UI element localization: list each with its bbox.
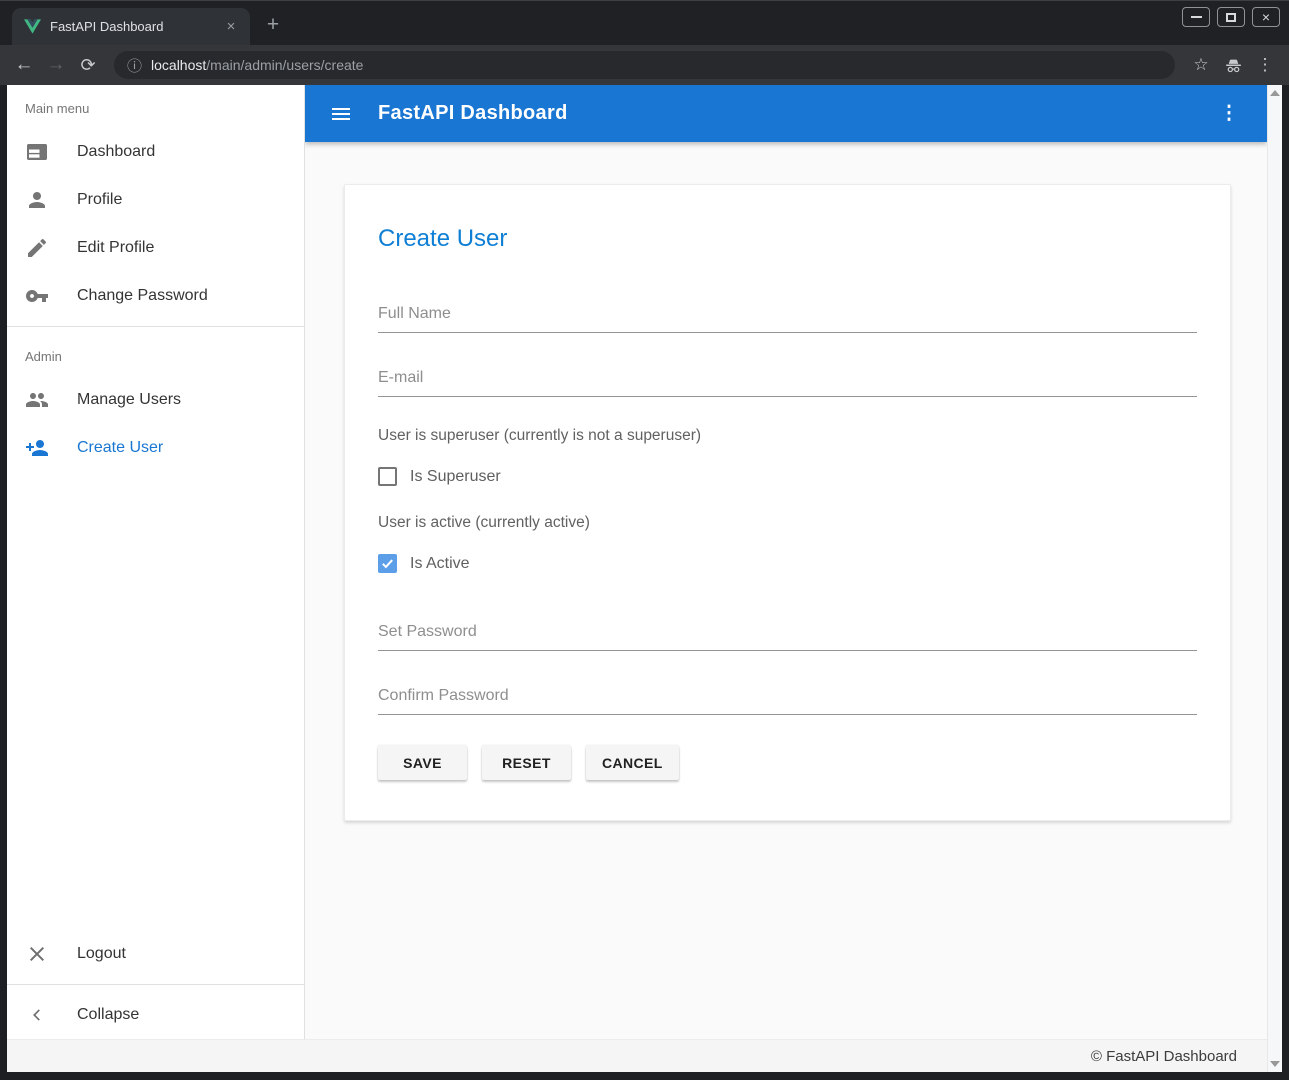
- cancel-button[interactable]: CANCEL: [586, 745, 679, 780]
- sidebar-item-manage-users[interactable]: Manage Users: [7, 376, 304, 424]
- confirm-password-field-wrapper: [378, 681, 1197, 715]
- app-bar-menu-button[interactable]: ⋮: [1217, 102, 1241, 125]
- browser-menu-button[interactable]: ⋮: [1249, 49, 1281, 81]
- create-user-card: Create User User is superuser (currently…: [344, 184, 1231, 821]
- set-password-field-wrapper: [378, 617, 1197, 651]
- sidebar-item-label: Edit Profile: [77, 239, 154, 257]
- checkbox-label: Is Active: [410, 555, 470, 573]
- page-footer: © FastAPI Dashboard: [7, 1039, 1282, 1072]
- app-bar: FastAPI Dashboard ⋮: [305, 85, 1267, 142]
- browser-tab-strip: FastAPI Dashboard × + ×: [0, 0, 1289, 45]
- window-minimize-button[interactable]: [1182, 7, 1210, 27]
- new-tab-button[interactable]: +: [258, 11, 288, 41]
- browser-window: FastAPI Dashboard × + × ← → ⟳ ⓘ localhos…: [0, 0, 1289, 1080]
- close-icon: ×: [1262, 10, 1270, 24]
- sidebar-divider: [7, 326, 304, 327]
- email-field-wrapper: [378, 363, 1197, 397]
- maximize-icon: [1226, 13, 1236, 22]
- sidebar-item-dashboard[interactable]: Dashboard: [7, 128, 304, 176]
- sidebar-item-label: Profile: [77, 191, 122, 209]
- chevron-left-icon: [25, 1003, 49, 1027]
- sidebar-item-label: Manage Users: [77, 391, 181, 409]
- browser-tab[interactable]: FastAPI Dashboard ×: [12, 8, 250, 45]
- sidebar: Main menu Dashboard Pro: [7, 85, 305, 1039]
- sidebar-item-profile[interactable]: Profile: [7, 176, 304, 224]
- window-maximize-button[interactable]: [1217, 7, 1245, 27]
- window-close-button[interactable]: ×: [1252, 7, 1280, 27]
- page-viewport: Main menu Dashboard Pro: [7, 85, 1282, 1072]
- close-icon: [25, 942, 49, 966]
- menu-icon[interactable]: [329, 102, 353, 126]
- group-icon: [25, 388, 49, 412]
- back-button[interactable]: ←: [8, 49, 40, 81]
- browser-toolbar: ← → ⟳ ⓘ localhost/main/admin/users/creat…: [0, 45, 1289, 85]
- confirm-password-input[interactable]: [378, 681, 1197, 715]
- sidebar-item-change-password[interactable]: Change Password: [7, 272, 304, 320]
- window-controls: ×: [1182, 7, 1280, 27]
- active-hint: User is active (currently active): [378, 514, 1197, 532]
- save-button[interactable]: SAVE: [378, 745, 467, 780]
- is-active-checkbox[interactable]: Is Active: [378, 554, 1197, 573]
- page-info-icon[interactable]: ⓘ: [127, 55, 142, 76]
- tab-title: FastAPI Dashboard: [50, 19, 213, 34]
- set-password-input[interactable]: [378, 617, 1197, 651]
- bookmark-star-icon[interactable]: ☆: [1185, 49, 1217, 81]
- email-input[interactable]: [378, 363, 1197, 397]
- copyright-text: © FastAPI Dashboard: [1091, 1048, 1237, 1065]
- main-area: FastAPI Dashboard ⋮ Create User User is: [305, 85, 1267, 1039]
- form-actions: SAVE RESET CANCEL: [378, 745, 1197, 780]
- pencil-icon: [25, 236, 49, 260]
- sidebar-item-label: Change Password: [77, 287, 208, 305]
- scroll-up-icon[interactable]: [1270, 90, 1280, 96]
- sidebar-item-collapse[interactable]: Collapse: [7, 991, 304, 1039]
- url-host: localhost: [151, 57, 206, 73]
- sidebar-item-label: Collapse: [77, 1006, 139, 1024]
- checkbox-label: Is Superuser: [410, 468, 501, 486]
- sidebar-item-label: Logout: [77, 945, 126, 963]
- sidebar-divider: [7, 984, 304, 985]
- address-bar[interactable]: ⓘ localhost/main/admin/users/create: [114, 51, 1175, 79]
- person-icon: [25, 188, 49, 212]
- minimize-icon: [1191, 16, 1202, 18]
- forward-button[interactable]: →: [40, 49, 72, 81]
- sidebar-spacer: [7, 472, 304, 930]
- url-text: localhost/main/admin/users/create: [151, 57, 363, 73]
- sidebar-item-label: Dashboard: [77, 143, 155, 161]
- page-title: Create User: [378, 225, 1197, 253]
- reset-button[interactable]: RESET: [482, 745, 571, 780]
- person-add-icon: [25, 436, 49, 460]
- sidebar-section-admin: Admin: [7, 333, 304, 376]
- vue-logo-icon: [24, 19, 41, 34]
- incognito-icon: [1217, 49, 1249, 81]
- url-path: /main/admin/users/create: [206, 57, 363, 73]
- checkbox-checked-icon[interactable]: [378, 554, 397, 573]
- tab-close-icon[interactable]: ×: [222, 18, 240, 36]
- checkbox-unchecked-icon[interactable]: [378, 467, 397, 486]
- full-name-input[interactable]: [378, 299, 1197, 333]
- reload-button[interactable]: ⟳: [72, 49, 104, 81]
- sidebar-item-logout[interactable]: Logout: [7, 930, 304, 978]
- sidebar-item-edit-profile[interactable]: Edit Profile: [7, 224, 304, 272]
- dashboard-icon: [25, 140, 49, 164]
- superuser-hint: User is superuser (currently is not a su…: [378, 427, 1197, 445]
- full-name-field-wrapper: [378, 299, 1197, 333]
- sidebar-section-main-menu: Main menu: [7, 85, 304, 128]
- app-bar-title: FastAPI Dashboard: [378, 102, 568, 125]
- key-icon: [25, 284, 49, 308]
- sidebar-item-create-user[interactable]: Create User: [7, 424, 304, 472]
- is-superuser-checkbox[interactable]: Is Superuser: [378, 467, 1197, 486]
- vertical-scrollbar[interactable]: [1267, 85, 1282, 1072]
- scroll-down-icon[interactable]: [1270, 1061, 1280, 1067]
- page-content: Create User User is superuser (currently…: [305, 142, 1267, 1039]
- sidebar-item-label: Create User: [77, 439, 163, 457]
